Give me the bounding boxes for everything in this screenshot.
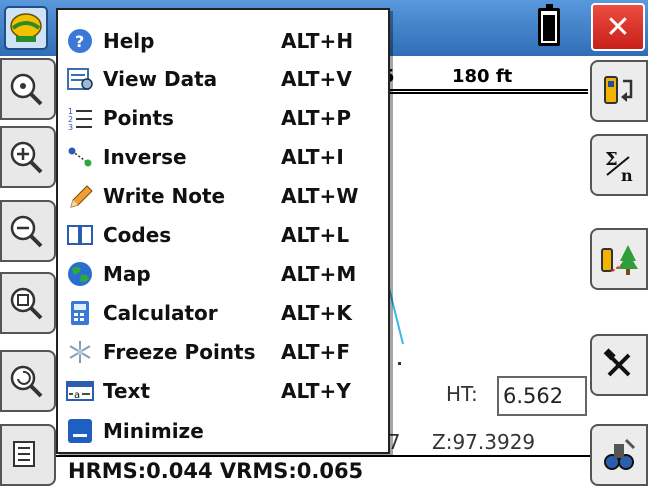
- zoom-previous-icon: [10, 365, 43, 398]
- point-list-button[interactable]: [0, 424, 56, 486]
- menu-item-view-data[interactable]: View Data ALT+V: [58, 60, 388, 98]
- zoom-previous-button[interactable]: [0, 350, 56, 412]
- menu-item-write-note[interactable]: Write Note ALT+W: [58, 177, 388, 215]
- view-data-icon: [65, 64, 95, 94]
- minimize-icon: [65, 416, 95, 446]
- battery-icon: [538, 4, 560, 46]
- sum-n-button[interactable]: Σn: [590, 134, 648, 196]
- scale-bar-line: [360, 89, 588, 91]
- menu-item-map[interactable]: Map ALT+M: [58, 255, 388, 293]
- menu-item-points[interactable]: 123 Points ALT+P: [58, 99, 388, 137]
- tools-button[interactable]: [590, 334, 648, 396]
- document-list-icon: [13, 441, 35, 467]
- menu-item-calculator[interactable]: Calculator ALT+K: [58, 294, 388, 332]
- app-logo-icon[interactable]: [4, 6, 48, 50]
- z-coordinate: Z:97.3929: [432, 430, 536, 454]
- globe-icon: [65, 259, 95, 289]
- stake-tree-button[interactable]: [590, 228, 648, 290]
- pencil-icon: [65, 181, 95, 211]
- rms-status: HRMS:0.044 VRMS:0.065: [56, 455, 590, 486]
- sigma-n-icon: Σn: [605, 149, 633, 185]
- zoom-out-icon: [10, 215, 43, 248]
- menu-item-help[interactable]: ? Help ALT+H: [58, 22, 388, 60]
- svg-text:?: ?: [75, 32, 84, 51]
- menu-item-codes[interactable]: Codes ALT+L: [58, 216, 388, 254]
- find-point-button[interactable]: [590, 424, 648, 486]
- surveyor-tree-icon: [601, 245, 638, 275]
- snowflake-icon: [65, 337, 95, 367]
- menu-item-minimize[interactable]: Minimize: [58, 412, 388, 450]
- rover-arrow-icon: [604, 76, 633, 104]
- help-icon: ?: [65, 26, 95, 56]
- zoom-in-button[interactable]: [0, 126, 56, 188]
- stakeout-button[interactable]: [590, 60, 648, 122]
- menu-item-inverse[interactable]: Inverse ALT+I: [58, 138, 388, 176]
- close-button[interactable]: ✕: [591, 3, 645, 51]
- main-menu: ? Help ALT+H View Data ALT+V 123 Points …: [56, 8, 390, 454]
- text-field-icon: a: [65, 376, 95, 406]
- scale-right-value: 180 ft: [452, 66, 513, 87]
- tools-icon: [603, 348, 631, 377]
- close-icon: ✕: [605, 9, 631, 45]
- ht-label: HT:: [446, 382, 478, 406]
- points-list-icon: 123: [65, 103, 95, 133]
- zoom-out-button[interactable]: [0, 200, 56, 262]
- inverse-icon: [65, 142, 95, 172]
- menu-item-text[interactable]: a Text ALT+Y: [58, 372, 388, 410]
- menu-item-freeze-points[interactable]: Freeze Points ALT+F: [58, 333, 388, 371]
- svg-text:3: 3: [68, 123, 73, 131]
- binoculars-icon: [604, 438, 636, 470]
- zoom-extents-icon: [10, 73, 43, 106]
- zoom-in-icon: [10, 141, 43, 174]
- zoom-window-button[interactable]: [0, 272, 56, 334]
- zoom-extents-button[interactable]: [0, 58, 56, 120]
- svg-text:n: n: [621, 166, 633, 185]
- calculator-icon: [65, 298, 95, 328]
- ht-input[interactable]: 6.562: [497, 376, 587, 416]
- zoom-window-icon: [10, 287, 43, 320]
- book-icon: [65, 220, 95, 250]
- svg-text:a: a: [74, 390, 80, 401]
